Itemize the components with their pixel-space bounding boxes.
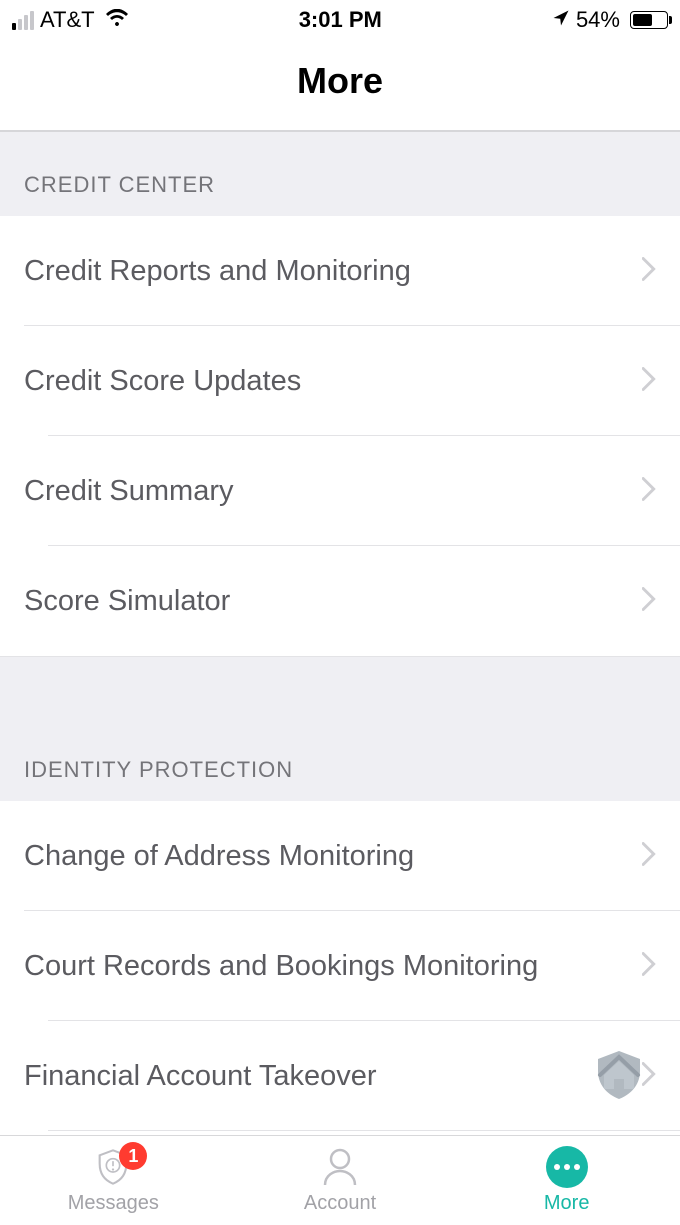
tab-account[interactable]: Account bbox=[227, 1136, 454, 1225]
cellular-signal-icon bbox=[12, 11, 34, 30]
row-label: Credit Score Updates bbox=[24, 365, 301, 398]
row-court-records[interactable]: Court Records and Bookings Monitoring bbox=[24, 911, 680, 1021]
credit-list: Credit Reports and Monitoring Credit Sco… bbox=[0, 216, 680, 657]
person-icon bbox=[322, 1147, 358, 1187]
row-label: Financial Account Takeover bbox=[24, 1060, 377, 1093]
tab-label: Account bbox=[304, 1192, 376, 1215]
battery-pct: 54% bbox=[576, 7, 620, 33]
location-icon bbox=[552, 7, 570, 33]
tab-bar: 1 Messages Account More bbox=[0, 1135, 680, 1225]
wifi-icon bbox=[105, 7, 129, 33]
row-credit-summary[interactable]: Credit Summary bbox=[24, 436, 680, 546]
status-right: 54% bbox=[552, 7, 668, 33]
clock: 3:01 PM bbox=[299, 7, 382, 33]
row-label: Change of Address Monitoring bbox=[24, 840, 414, 873]
chevron-right-icon bbox=[642, 842, 656, 871]
chevron-right-icon bbox=[642, 257, 656, 286]
chevron-right-icon bbox=[642, 952, 656, 981]
chevron-right-icon bbox=[642, 367, 656, 396]
row-change-of-address[interactable]: Change of Address Monitoring bbox=[0, 801, 680, 911]
tab-messages[interactable]: 1 Messages bbox=[0, 1136, 227, 1225]
chevron-right-icon bbox=[642, 587, 656, 616]
more-icon bbox=[546, 1146, 588, 1188]
row-label: Court Records and Bookings Monitoring bbox=[24, 950, 538, 983]
tab-more[interactable]: More bbox=[453, 1136, 680, 1225]
tab-label: Messages bbox=[68, 1192, 159, 1215]
messages-badge: 1 bbox=[119, 1142, 147, 1170]
row-credit-reports[interactable]: Credit Reports and Monitoring bbox=[0, 216, 680, 326]
section-header-credit: CREDIT CENTER bbox=[0, 132, 680, 216]
page-title: More bbox=[0, 60, 680, 102]
home-shield-icon[interactable] bbox=[576, 1039, 662, 1125]
tab-label: More bbox=[544, 1192, 590, 1215]
chevron-right-icon bbox=[642, 477, 656, 506]
section-header-identity: IDENTITY PROTECTION bbox=[0, 657, 680, 801]
carrier-label: AT&T bbox=[40, 7, 95, 33]
row-label: Credit Summary bbox=[24, 475, 234, 508]
status-bar: AT&T 3:01 PM 54% bbox=[0, 0, 680, 40]
row-score-simulator[interactable]: Score Simulator bbox=[24, 546, 680, 656]
status-left: AT&T bbox=[12, 7, 129, 33]
row-credit-score-updates[interactable]: Credit Score Updates bbox=[24, 326, 680, 436]
battery-icon bbox=[630, 11, 668, 29]
nav-header: More bbox=[0, 40, 680, 132]
row-label: Score Simulator bbox=[24, 585, 230, 618]
row-label: Credit Reports and Monitoring bbox=[24, 255, 411, 288]
